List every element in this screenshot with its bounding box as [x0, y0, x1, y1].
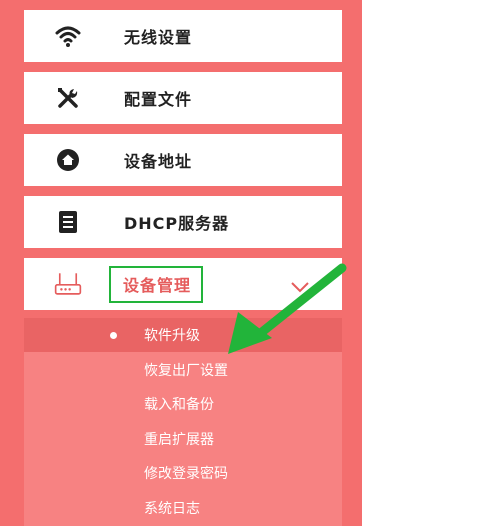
- router-icon: [54, 270, 82, 298]
- submenu-item-system-log[interactable]: 系统日志: [24, 491, 342, 525]
- submenu-item-load-backup[interactable]: 载入和备份: [24, 387, 342, 421]
- device-management-submenu: 软件升级 恢复出厂设置 载入和备份 重启扩展器 修改登录密码 系统日志: [24, 318, 342, 526]
- submenu-item-label: 系统日志: [144, 501, 200, 517]
- submenu-item-label: 恢复出厂设置: [144, 363, 228, 379]
- submenu-item-change-password[interactable]: 修改登录密码: [24, 456, 342, 490]
- sidebar-item-label: 设备管理: [109, 265, 204, 303]
- submenu-item-label: 修改登录密码: [144, 466, 228, 482]
- sidebar-item-wireless-settings[interactable]: 无线设置: [24, 10, 342, 62]
- sidebar-item-label: 无线设置: [124, 28, 193, 47]
- document-icon: [54, 208, 82, 236]
- sidebar-item-config-file[interactable]: 配置文件: [24, 72, 342, 124]
- submenu-item-restart-extender[interactable]: 重启扩展器: [24, 422, 342, 456]
- sidebar-item-label: DHCP服务器: [124, 214, 230, 233]
- submenu-item-label: 重启扩展器: [144, 432, 214, 448]
- tools-icon: [54, 84, 82, 112]
- active-indicator-dot: [110, 331, 117, 339]
- sidebar-item-label: 设备地址: [124, 152, 193, 171]
- submenu-item-label: 载入和备份: [144, 397, 214, 413]
- sidebar-item-label: 配置文件: [124, 90, 193, 109]
- sidebar-item-device-management[interactable]: 设备管理: [24, 258, 342, 310]
- chevron-down-icon[interactable]: [290, 278, 310, 293]
- sidebar-item-dhcp-server[interactable]: DHCP服务器: [24, 196, 342, 248]
- sidebar-item-device-address[interactable]: 设备地址: [24, 134, 342, 186]
- submenu-item-label: 软件升级: [144, 328, 200, 344]
- submenu-item-factory-reset[interactable]: 恢复出厂设置: [24, 353, 342, 387]
- home-icon: [54, 146, 82, 174]
- submenu-item-software-upgrade[interactable]: 软件升级: [24, 318, 342, 352]
- content-panel: [362, 0, 500, 526]
- wifi-icon: [54, 22, 82, 50]
